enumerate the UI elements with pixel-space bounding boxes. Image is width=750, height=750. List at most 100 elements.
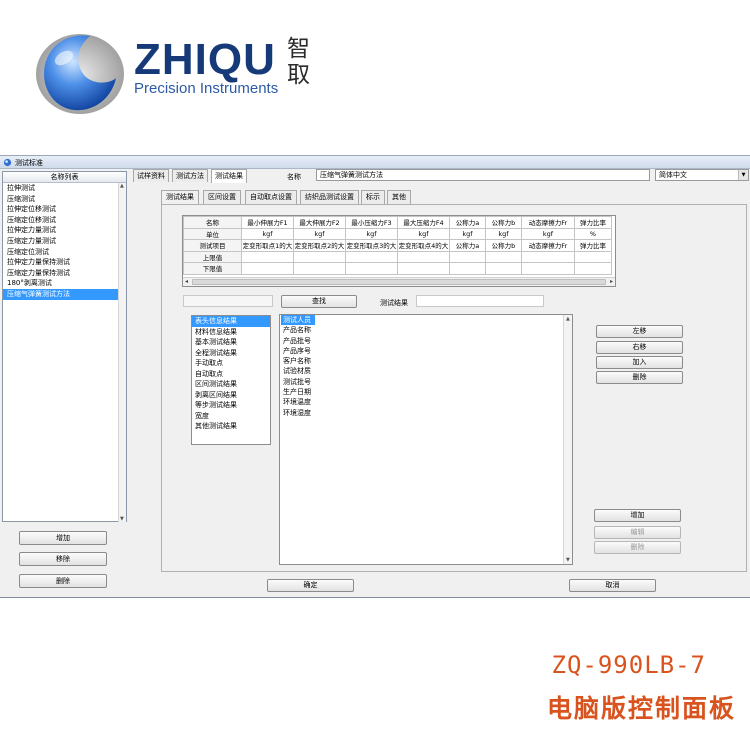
scroll-up-icon[interactable]: ▲ <box>566 316 570 322</box>
grid-cell[interactable]: kgf <box>449 227 486 240</box>
grid-cell[interactable]: 公称力b <box>485 239 522 252</box>
grid-cell[interactable] <box>574 250 612 263</box>
category-list-item[interactable]: 宽度 <box>192 411 270 422</box>
name-list-item[interactable]: 拉伸定力量测试 <box>3 225 126 236</box>
grid-cell[interactable]: kgf <box>521 227 575 240</box>
field-list-item[interactable]: 产品名称 <box>280 325 572 335</box>
grid-cell[interactable] <box>293 250 346 263</box>
remove-standard-button[interactable]: 移除 <box>19 552 107 566</box>
join-button[interactable]: 加入 <box>596 356 683 369</box>
subtab-other[interactable]: 其他 <box>387 190 411 204</box>
grid-cell[interactable]: kgf <box>345 227 398 240</box>
field-list-item[interactable]: 生产日期 <box>280 387 572 397</box>
field-list-item[interactable]: 测试人员 <box>280 315 572 326</box>
field-list-item[interactable]: 产品批号 <box>280 336 572 346</box>
result-field-list[interactable]: 测试人员 产品名称 产品批号 产品序号 客户名称 试验材质 测试批号 生产日期 环境温度 环境湿度… <box>279 314 573 565</box>
category-list-item[interactable]: 剥离区间结果 <box>192 390 270 401</box>
grid-cell[interactable] <box>397 262 450 275</box>
subtab-auto-point-settings[interactable]: 自动取点设置 <box>245 190 297 204</box>
grid-cell[interactable] <box>397 250 450 263</box>
category-list-item[interactable]: 基本测试结果 <box>192 337 270 348</box>
scroll-down-icon[interactable]: ▼ <box>566 557 570 563</box>
grid-cell[interactable]: 最大压缩力F4 <box>397 216 450 229</box>
grid-cell[interactable]: 定变形取点2的大 <box>293 239 346 252</box>
move-left-button[interactable]: 左移 <box>596 325 683 338</box>
field-list-item[interactable]: 环境湿度 <box>280 408 572 418</box>
category-list-item[interactable]: 等步测试结果 <box>192 400 270 411</box>
move-right-button[interactable]: 右移 <box>596 341 683 354</box>
scroll-right-icon[interactable]: ▸ <box>610 278 613 286</box>
grid-cell[interactable]: 弹力比率 <box>574 239 612 252</box>
grid-cell[interactable] <box>485 262 522 275</box>
delete-field-button[interactable]: 删除 <box>596 371 683 384</box>
grid-cell[interactable] <box>521 262 575 275</box>
grid-cell[interactable]: kgf <box>293 227 346 240</box>
cancel-button[interactable]: 取消 <box>569 579 656 592</box>
name-list-scrollbar[interactable]: ▲ ▼ <box>118 183 126 522</box>
scrollbar-thumb[interactable] <box>192 279 606 285</box>
scroll-down-icon[interactable]: ▼ <box>120 516 124 522</box>
scroll-up-icon[interactable]: ▲ <box>120 183 124 189</box>
add-field-button[interactable]: 增加 <box>594 509 681 522</box>
grid-cell[interactable]: kgf <box>241 227 294 240</box>
field-list-item[interactable]: 测试批号 <box>280 377 572 387</box>
grid-cell[interactable] <box>241 250 294 263</box>
field-list-scrollbar[interactable]: ▲ ▼ <box>563 315 572 564</box>
grid-cell[interactable]: 最大伸展力F2 <box>293 216 346 229</box>
filter-input[interactable] <box>183 295 273 307</box>
category-list-item[interactable]: 材料信息结果 <box>192 327 270 338</box>
grid-horizontal-scrollbar[interactable]: ◂ ▸ <box>183 277 615 286</box>
name-list-item[interactable]: 拉伸定位移测试 <box>3 204 126 215</box>
language-select[interactable]: 简体中文 ▼ <box>655 169 749 181</box>
grid-cell[interactable]: 弹力比率 <box>574 216 612 229</box>
scroll-left-icon[interactable]: ◂ <box>185 278 188 286</box>
grid-cell[interactable] <box>449 250 486 263</box>
tab-sample-info[interactable]: 试样资料 <box>133 169 169 182</box>
grid-cell[interactable]: 公称力b <box>485 216 522 229</box>
grid-cell[interactable]: 定变形取点4的大 <box>397 239 450 252</box>
chevron-down-icon[interactable]: ▼ <box>738 170 748 180</box>
add-standard-button[interactable]: 增加 <box>19 531 107 545</box>
delete-standard-button[interactable]: 删除 <box>19 574 107 588</box>
ok-button[interactable]: 确定 <box>267 579 354 592</box>
grid-cell[interactable]: kgf <box>485 227 522 240</box>
name-list-item[interactable]: 压缩定位测试 <box>3 247 126 258</box>
grid-cell[interactable]: 公称力a <box>449 239 486 252</box>
category-list-item[interactable]: 自动取点 <box>192 369 270 380</box>
field-list-item[interactable]: 试验材质 <box>280 366 572 376</box>
result-grid[interactable]: 名称 最小伸展力F1 最大伸展力F2 最小压缩力F3 最大压缩力F4 公称力a 公称力b 动态… <box>182 215 616 287</box>
grid-cell[interactable] <box>521 250 575 263</box>
grid-cell[interactable]: kgf <box>397 227 450 240</box>
name-list-item[interactable]: 压缩定位移测试 <box>3 215 126 226</box>
name-list-item[interactable]: 180°剥离测试 <box>3 278 126 289</box>
result-category-list[interactable]: 表头信息结果 材料信息结果 基本测试结果 全程测试结果 手动取点 自动取点 区间测试结果 剥离… <box>191 315 271 445</box>
grid-cell[interactable] <box>485 250 522 263</box>
subtab-textile-test-settings[interactable]: 纺织品测试设置 <box>300 190 359 204</box>
name-list-item[interactable]: 压缩定力量保持测试 <box>3 268 126 279</box>
field-list-item[interactable]: 产品序号 <box>280 346 572 356</box>
grid-cell[interactable]: 动态摩擦力Fr <box>521 239 575 252</box>
field-list-item[interactable]: 环境温度 <box>280 397 572 407</box>
category-list-item[interactable]: 手动取点 <box>192 358 270 369</box>
grid-cell[interactable]: 最小压缩力F3 <box>345 216 398 229</box>
test-result-search-input[interactable] <box>416 295 544 307</box>
edit-field-button[interactable]: 编辑 <box>594 526 681 539</box>
category-list-item[interactable]: 全程测试结果 <box>192 348 270 359</box>
field-list-item[interactable]: 客户名称 <box>280 356 572 366</box>
category-list-item[interactable]: 区间测试结果 <box>192 379 270 390</box>
grid-cell[interactable] <box>345 250 398 263</box>
name-list[interactable]: 名称列表 拉伸测试 压缩测试 拉伸定位移测试 压缩定位移测试 拉伸定力量测试 压缩定力量测… <box>2 171 127 522</box>
name-list-item[interactable]: 压缩测试 <box>3 194 126 205</box>
name-list-item[interactable]: 压缩气弹簧测试方法 <box>3 288 126 300</box>
grid-cell[interactable]: 定变形取点1的大 <box>241 239 294 252</box>
grid-cell[interactable] <box>449 262 486 275</box>
grid-cell[interactable]: % <box>574 227 612 240</box>
grid-cell[interactable]: 动态摩擦力Fr <box>521 216 575 229</box>
grid-cell[interactable]: 最小伸展力F1 <box>241 216 294 229</box>
category-list-item[interactable]: 表头信息结果 <box>192 316 270 327</box>
grid-cell[interactable] <box>241 262 294 275</box>
tab-test-result[interactable]: 测试结果 <box>211 169 247 183</box>
grid-cell[interactable] <box>345 262 398 275</box>
category-list-item[interactable]: 其他测试结果 <box>192 421 270 432</box>
find-button[interactable]: 查找 <box>281 295 357 308</box>
